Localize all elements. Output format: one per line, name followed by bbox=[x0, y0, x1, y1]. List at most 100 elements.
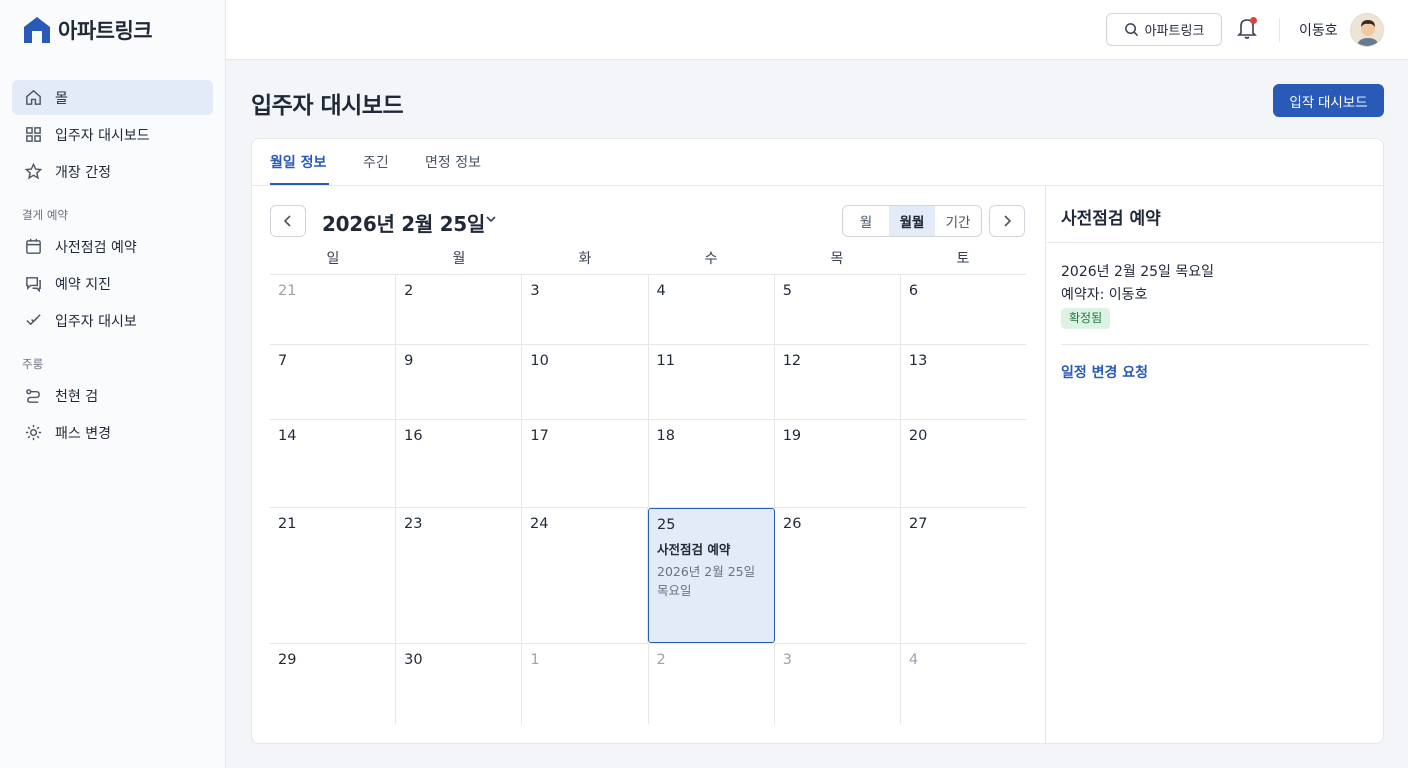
gear-icon bbox=[25, 424, 42, 441]
sidebar-section-title: 결게 예약 bbox=[22, 208, 68, 222]
sidebar-item-reservations[interactable]: 예약 지진 bbox=[12, 266, 213, 301]
sidebar: 아파트링크 몰 입주자 대시보드 개장 간정 결게 예약 사전점검 예약 예약 … bbox=[0, 0, 226, 768]
calendar-day[interactable]: 20 bbox=[901, 420, 1026, 507]
sidebar-item-home[interactable]: 몰 bbox=[12, 80, 213, 115]
calendar-day[interactable]: 23 bbox=[396, 508, 522, 643]
view-option-month[interactable]: 월 bbox=[843, 206, 889, 236]
sidebar-item-label: 개장 간정 bbox=[55, 164, 111, 181]
calendar-grid: 일 월 화 수 목 토 21 2 3 4 5 6 7 9 10 11 12 13… bbox=[270, 245, 1026, 724]
sidebar-item-route[interactable]: 천현 검 bbox=[12, 378, 213, 413]
sidebar-item-resident[interactable]: 입주자 대시보 bbox=[12, 303, 213, 338]
divider bbox=[1061, 344, 1369, 345]
star-icon bbox=[24, 162, 43, 180]
chevron-left-icon bbox=[283, 215, 291, 227]
calendar-day[interactable]: 26 bbox=[775, 508, 901, 643]
calendar-day[interactable]: 18 bbox=[649, 420, 775, 507]
calendar-card: 월일 정보 주긴 면정 정보 2026년 2월 25일 월 월뭘 기간 일 월 … bbox=[251, 138, 1384, 744]
view-option-period[interactable]: 기간 bbox=[935, 206, 981, 236]
view-option-selected[interactable]: 월뭘 bbox=[889, 206, 935, 236]
primary-dashboard-button[interactable]: 입작 대시보드 bbox=[1273, 84, 1384, 117]
calendar-day[interactable]: 1 bbox=[522, 644, 649, 724]
avatar[interactable] bbox=[1350, 13, 1384, 47]
calendar-day[interactable]: 7 bbox=[270, 345, 397, 419]
tab-weekly[interactable]: 주긴 bbox=[363, 152, 389, 172]
calendar-day[interactable]: 3 bbox=[522, 275, 649, 344]
calendar-day[interactable]: 24 bbox=[522, 508, 648, 643]
weekday-label: 토 bbox=[956, 251, 970, 267]
route-icon bbox=[26, 389, 40, 403]
calendar-icon bbox=[26, 238, 41, 254]
calendar-day[interactable]: 29 bbox=[270, 644, 397, 724]
calendar-day[interactable]: 16 bbox=[396, 420, 523, 507]
calendar-area: 2026년 2월 25일 월 월뭘 기간 일 월 화 수 목 토 21 2 3 … bbox=[252, 186, 1046, 743]
next-month-button[interactable] bbox=[989, 205, 1025, 237]
search-label: 아파트링크 bbox=[1144, 24, 1205, 39]
sidebar-item-label: 입주자 대시보드 bbox=[55, 127, 150, 144]
search-button[interactable]: 아파트링크 bbox=[1106, 13, 1222, 46]
calendar-day[interactable]: 2 bbox=[396, 275, 523, 344]
tab-interview-info[interactable]: 면정 정보 bbox=[425, 152, 481, 172]
reschedule-link[interactable]: 일정 변경 요청 bbox=[1061, 362, 1148, 382]
search-icon bbox=[1124, 23, 1138, 37]
calendar-day[interactable]: 14 bbox=[270, 420, 397, 507]
calendar-day[interactable]: 19 bbox=[775, 420, 901, 507]
weekday-label: 목 bbox=[830, 251, 844, 267]
brand-name: 아파트링크 bbox=[58, 19, 153, 43]
status-badge: 확정됨 bbox=[1061, 308, 1111, 329]
checklist-icon bbox=[26, 314, 41, 326]
sidebar-item-label: 사전점검 예약 bbox=[55, 239, 137, 256]
detail-booker: 예약자: 이동호 bbox=[1061, 287, 1148, 303]
logo[interactable]: 아파트링크 bbox=[0, 0, 225, 60]
view-toggle: 월 월뭘 기간 bbox=[842, 205, 982, 237]
topbar: 아파트링크 이동호 bbox=[226, 0, 1408, 60]
calendar-week: 21 2 3 4 5 6 bbox=[270, 275, 1026, 345]
prev-month-button[interactable] bbox=[270, 205, 306, 237]
calendar-day[interactable]: 27 bbox=[901, 508, 1026, 643]
active-tab-indicator bbox=[270, 183, 329, 185]
user-avatar-icon bbox=[1351, 14, 1383, 46]
sidebar-item-dashboard[interactable]: 입주자 대시보드 bbox=[12, 117, 213, 152]
chevron-down-icon[interactable] bbox=[485, 214, 497, 224]
detail-date: 2026년 2월 25일 목요일 bbox=[1061, 264, 1214, 280]
calendar-day[interactable]: 21 bbox=[270, 508, 396, 643]
calendar-day[interactable]: 9 bbox=[396, 345, 523, 419]
calendar-day[interactable]: 10 bbox=[522, 345, 649, 419]
calendar-title[interactable]: 2026년 2월 25일 bbox=[322, 208, 485, 237]
calendar-day[interactable]: 4 bbox=[901, 644, 1026, 724]
calendar-week: 14 16 17 18 19 20 bbox=[270, 420, 1026, 508]
calendar-day[interactable]: 5 bbox=[775, 275, 901, 344]
calendar-day[interactable]: 3 bbox=[775, 644, 901, 724]
divider bbox=[1047, 242, 1383, 243]
tab-monthly-info[interactable]: 월일 정보 bbox=[270, 152, 326, 172]
calendar-week: 7 9 10 11 12 13 bbox=[270, 345, 1026, 420]
sidebar-item-label: 예약 지진 bbox=[55, 276, 111, 293]
calendar-day[interactable]: 6 bbox=[901, 275, 1026, 344]
notifications-button[interactable] bbox=[1236, 16, 1260, 42]
sidebar-item-settings[interactable]: 패스 변경 bbox=[12, 415, 213, 450]
sidebar-item-inspection[interactable]: 사전점검 예약 bbox=[12, 229, 213, 264]
event-title[interactable]: 사전점검 예약 bbox=[657, 539, 774, 558]
sidebar-section-title: 주룽 bbox=[22, 357, 44, 371]
calendar-day[interactable]: 4 bbox=[649, 275, 775, 344]
tab-bar: 월일 정보 주긴 면정 정보 bbox=[252, 139, 1383, 186]
calendar-day[interactable]: 30 bbox=[396, 644, 523, 724]
calendar-day-selected[interactable]: 25 사전점검 예약 2026년 2월 25일 목요일 bbox=[648, 508, 775, 643]
weekday-label: 일 bbox=[326, 251, 340, 267]
calendar-day[interactable]: 12 bbox=[775, 345, 901, 419]
sidebar-item-label: 천현 검 bbox=[55, 388, 99, 405]
home-icon bbox=[26, 89, 41, 105]
page-title: 입주자 대시보드 bbox=[251, 93, 404, 119]
notification-dot bbox=[1250, 17, 1257, 24]
chat-icon bbox=[26, 277, 41, 293]
topbar-divider bbox=[1279, 18, 1280, 42]
calendar-week: 21 23 24 25 사전점검 예약 2026년 2월 25일 목요일 26 … bbox=[270, 508, 1026, 644]
weekday-header: 일 월 화 수 목 토 bbox=[270, 245, 1026, 275]
calendar-day[interactable]: 11 bbox=[649, 345, 775, 419]
calendar-day[interactable]: 17 bbox=[522, 420, 649, 507]
user-name[interactable]: 이동호 bbox=[1299, 20, 1338, 40]
calendar-day[interactable]: 21 bbox=[270, 275, 397, 344]
sidebar-item-label: 몰 bbox=[55, 90, 68, 107]
calendar-day[interactable]: 13 bbox=[901, 345, 1026, 419]
sidebar-item-favorites[interactable]: 개장 간정 bbox=[12, 154, 213, 189]
calendar-day[interactable]: 2 bbox=[649, 644, 775, 724]
